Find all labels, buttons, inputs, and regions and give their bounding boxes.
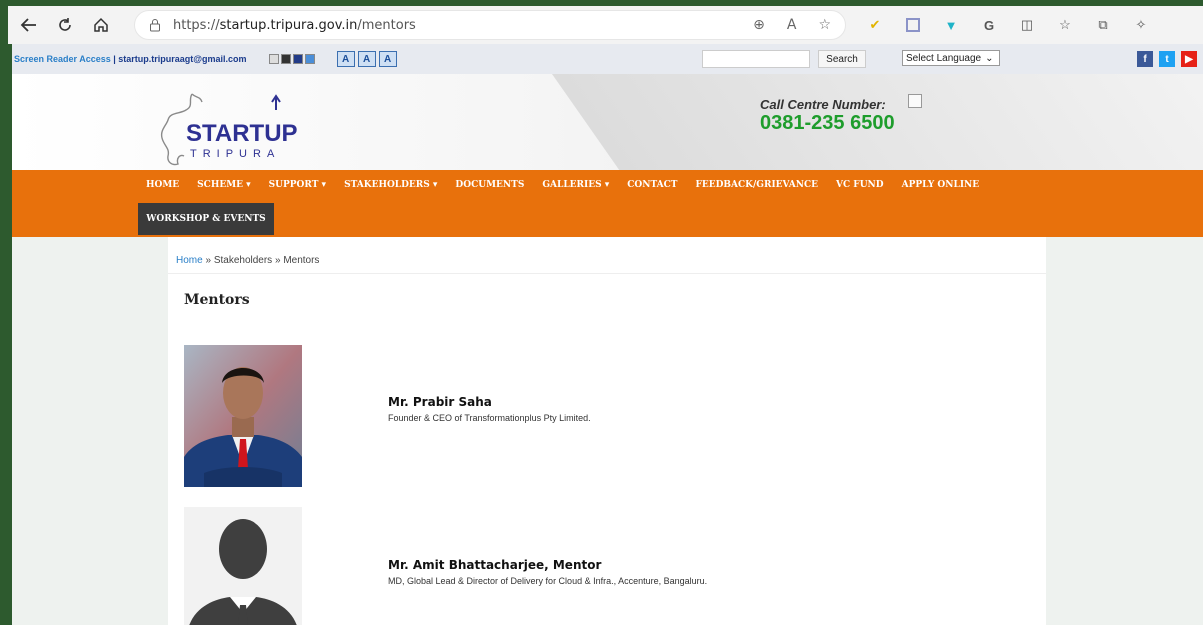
broken-image-icon (908, 94, 922, 108)
breadcrumb: Home » Stakeholders » Mentors (176, 255, 319, 266)
nav-scheme[interactable]: SCHEME ▾ (197, 180, 251, 190)
divider (168, 273, 1046, 274)
page-title: Mentors (184, 292, 250, 308)
twitter-icon[interactable]: t (1159, 51, 1175, 67)
contrast-light-button[interactable] (268, 54, 279, 64)
email-link[interactable]: startup.tripuraagt@gmail.com (118, 54, 246, 64)
nav-workshop-events[interactable]: WORKSHOP & EVENTS (138, 203, 274, 235)
youtube-icon[interactable]: ▶ (1181, 51, 1197, 67)
mentor-role: MD, Global Lead & Director of Delivery f… (388, 576, 708, 586)
collections-icon[interactable]: ⧉ (1094, 16, 1112, 34)
language-select[interactable]: Select Language ⌄ (902, 50, 1000, 66)
mentor-name: Mr. Prabir Saha (388, 395, 492, 409)
breadcrumb-separator: » (202, 255, 214, 266)
nav-contact[interactable]: CONTACT (627, 180, 677, 190)
refresh-icon[interactable] (50, 10, 80, 40)
font-large-button[interactable]: A (378, 51, 397, 67)
nav-galleries[interactable]: GALLERIES ▾ (542, 180, 609, 190)
split-screen-icon[interactable]: ◫ (1018, 16, 1036, 34)
font-small-button[interactable]: A (336, 51, 355, 67)
logo-text[interactable]: STARTUP (186, 120, 298, 148)
call-centre-label: Call Centre Number: (760, 97, 886, 112)
font-medium-button[interactable]: A (357, 51, 376, 67)
chevron-down-icon: ⌄ (985, 52, 994, 64)
lock-icon (150, 19, 160, 32)
main-content: Home » Stakeholders » Mentors Mentors Mr… (168, 237, 1046, 625)
language-select-label: Select Language (906, 52, 982, 64)
nav-feedback[interactable]: FEEDBACK/GRIEVANCE (696, 180, 819, 190)
contrast-sky-button[interactable] (304, 54, 315, 64)
nav-home[interactable]: HOME (146, 180, 179, 190)
utility-links: Screen Reader Access | startup.tripuraag… (14, 54, 247, 64)
utility-bar: Screen Reader Access | startup.tripuraag… (12, 44, 1203, 74)
contrast-dark-button[interactable] (280, 54, 291, 64)
extension-check-icon[interactable]: ✔ (866, 16, 884, 34)
web-page: Screen Reader Access | startup.tripuraag… (12, 44, 1203, 625)
mentor-name: Mr. Amit Bhattacharjee, Mentor (388, 558, 602, 572)
social-links: f t ▶ (1137, 51, 1197, 67)
contrast-blue-button[interactable] (292, 54, 303, 64)
site-header: STARTUP TRIPURA Call Centre Number: 0381… (12, 74, 1203, 170)
main-navigation: HOME SCHEME ▾ SUPPORT ▾ STAKEHOLDERS ▾ D… (12, 170, 1203, 237)
call-centre-number: 0381-235 6500 (760, 112, 895, 134)
zoom-icon[interactable]: ⊕ (753, 17, 765, 33)
home-icon[interactable] (86, 10, 116, 40)
browser-toolbar: https://startup.tripura.gov.in/mentors ⊕… (8, 6, 1203, 44)
site-search-button[interactable]: Search (818, 50, 866, 68)
breadcrumb-home[interactable]: Home (176, 255, 203, 266)
facebook-icon[interactable]: f (1137, 51, 1153, 67)
breadcrumb-separator: » (272, 255, 284, 266)
logo-subtext: TRIPURA (190, 148, 281, 160)
nav-documents[interactable]: DOCUMENTS (455, 180, 524, 190)
nav-apply-online[interactable]: APPLY ONLINE (902, 180, 980, 190)
url-path: /mentors (357, 17, 416, 33)
mentor-role: Founder & CEO of Transformationplus Pty … (388, 413, 591, 423)
contrast-switcher (268, 54, 315, 64)
url-host: startup.tripura.gov.in (219, 17, 358, 33)
back-arrow-icon[interactable] (14, 10, 44, 40)
font-size-controls: A A A (336, 51, 397, 67)
nav-vc-fund[interactable]: VC FUND (836, 180, 884, 190)
nav-support[interactable]: SUPPORT ▾ (269, 180, 326, 190)
extension-box-icon[interactable] (904, 16, 922, 34)
breadcrumb-current: Mentors (283, 255, 320, 266)
star-icon[interactable]: ☆ (818, 17, 831, 33)
extension-shield-icon[interactable]: ▼ (942, 16, 960, 34)
mentor-photo (184, 345, 302, 487)
breadcrumb-stakeholders[interactable]: Stakeholders (214, 255, 272, 266)
mentor-placeholder-avatar (184, 507, 302, 625)
site-search-input[interactable] (702, 50, 810, 68)
url-protocol: https:// (173, 17, 220, 33)
nav-stakeholders[interactable]: STAKEHOLDERS ▾ (344, 180, 437, 190)
read-aloud-icon[interactable]: A (787, 17, 797, 33)
extensions-icon[interactable]: ✧ (1132, 16, 1150, 34)
screen-reader-link[interactable]: Screen Reader Access (14, 54, 111, 64)
extension-g-icon[interactable]: G (980, 16, 998, 34)
address-bar[interactable]: https://startup.tripura.gov.in/mentors ⊕… (134, 10, 846, 40)
favorites-icon[interactable]: ☆ (1056, 16, 1074, 34)
